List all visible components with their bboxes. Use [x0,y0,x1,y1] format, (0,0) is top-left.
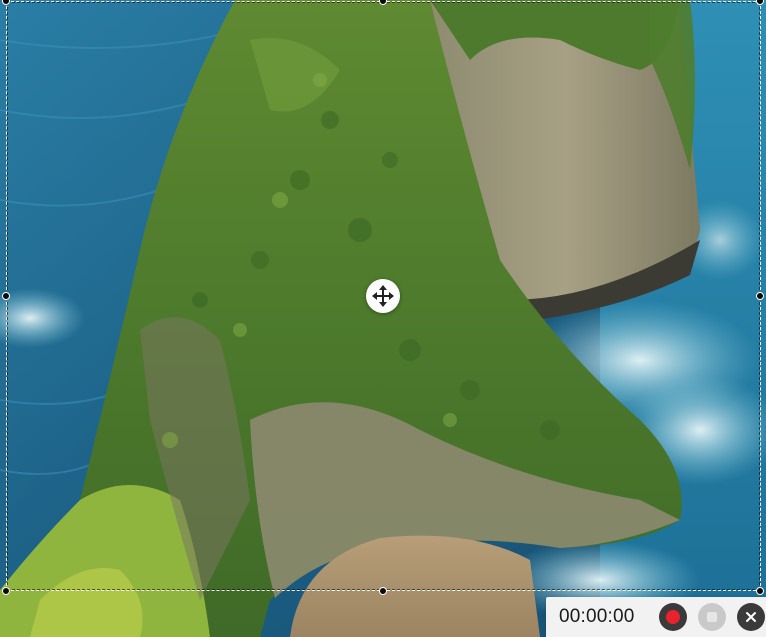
stop-icon [707,612,717,622]
resize-handle-right[interactable] [756,292,764,300]
move-arrows-icon [372,285,394,307]
stop-button[interactable] [698,603,726,631]
move-handle[interactable] [366,279,400,313]
resize-handle-bottom-right[interactable] [756,587,764,595]
close-button[interactable] [737,603,765,631]
close-icon [746,612,756,622]
resize-handle-bottom-left[interactable] [2,587,10,595]
recording-timer: 00:00:00 [559,606,635,627]
resize-handle-bottom[interactable] [379,587,387,595]
record-icon [666,610,680,624]
resize-handle-left[interactable] [2,292,10,300]
recording-toolbar: 00:00:00 [546,597,766,637]
record-button[interactable] [659,603,687,631]
